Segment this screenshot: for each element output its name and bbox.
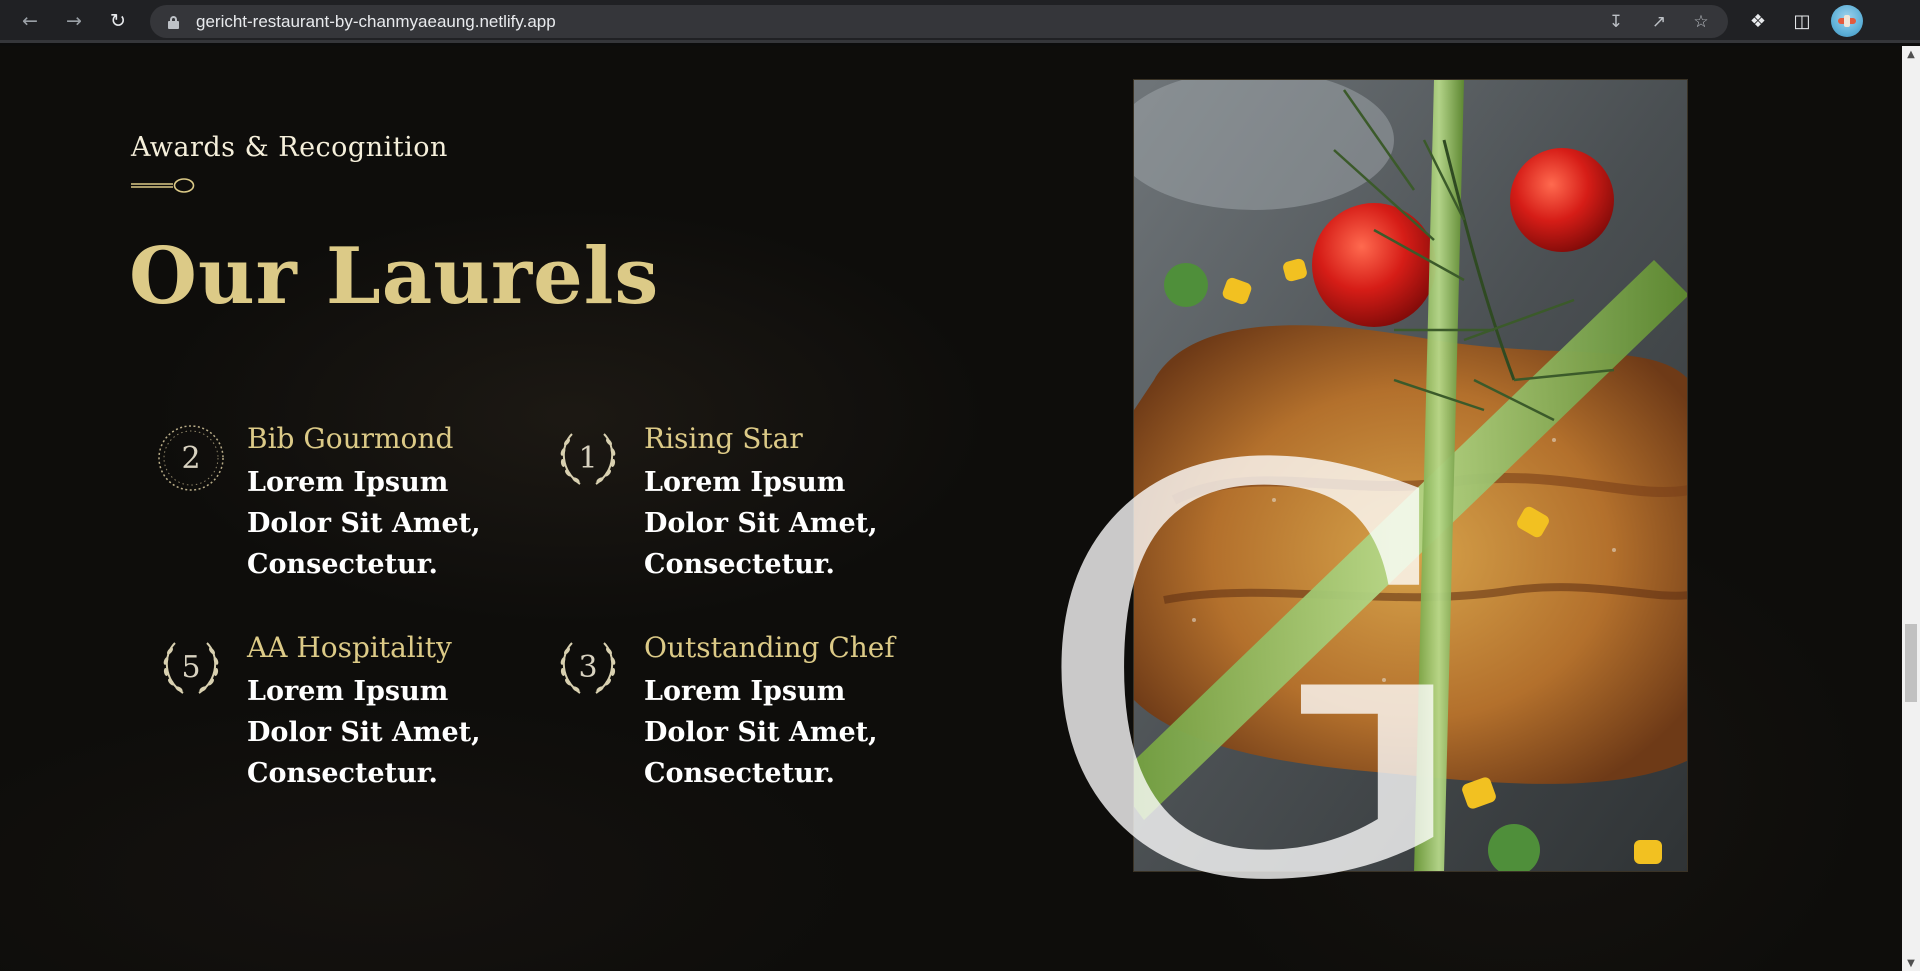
section-heading: Our Laurels [129,231,660,322]
award-title: Rising Star [644,422,803,455]
laurel-wreath-icon: 3 [552,631,624,703]
award-title: AA Hospitality [247,631,452,664]
svg-text:2: 2 [181,441,200,476]
award-description: Lorem Ipsum Dolor Sit Amet, Consectetur. [644,676,878,789]
award-title: Bib Gourmond [247,422,454,455]
arrow-left-icon[interactable]: ← [16,7,44,35]
page-scrollbar[interactable]: ▲ ▼ [1902,46,1920,971]
award-item: 1 Rising Star Lorem Ipsum Dolor Sit Amet… [530,422,910,602]
lock-icon[interactable] [168,16,179,29]
award-item: 5 AA Hospitality Lorem Ipsum Dolor Sit A… [133,631,513,811]
scroll-down-arrow-icon[interactable]: ▼ [1902,955,1920,971]
svg-text:5: 5 [181,650,200,685]
section-subheading: Awards & Recognition [131,132,448,163]
laurel-wreath-icon: 5 [155,631,227,703]
food-photo [1133,79,1688,872]
laurels-section: Awards & Recognition Our Laurels 2 Bib G… [0,46,1902,971]
puzzle-icon[interactable]: ❖ [1744,7,1772,35]
arrow-right-icon[interactable]: → [60,7,88,35]
reload-icon[interactable]: ↻ [104,7,132,35]
profile-avatar[interactable] [1831,5,1863,37]
svg-text:1: 1 [578,441,597,476]
star-icon[interactable]: ☆ [1688,9,1714,35]
award-description: Lorem Ipsum Dolor Sit Amet, Consectetur. [644,467,878,580]
award-description: Lorem Ipsum Dolor Sit Amet, Consectetur. [247,676,481,789]
share-icon[interactable]: ↗ [1646,9,1672,35]
scroll-thumb[interactable] [1905,624,1917,702]
award-item: 2 Bib Gourmond Lorem Ipsum Dolor Sit Ame… [133,422,513,602]
spoon-divider-icon [131,178,195,193]
svg-text:3: 3 [578,650,597,685]
laurel-wreath-icon: 2 [155,422,227,494]
award-description: Lorem Ipsum Dolor Sit Amet, Consectetur. [247,467,481,580]
award-item: 3 Outstanding Chef Lorem Ipsum Dolor Sit… [530,631,910,811]
laurel-wreath-icon: 1 [552,422,624,494]
url-text[interactable]: gericht-restaurant-by-chanmyaeaung.netli… [196,12,556,32]
scroll-up-arrow-icon[interactable]: ▲ [1902,46,1920,62]
award-title: Outstanding Chef [644,631,895,664]
install-app-icon[interactable]: ↧ [1603,9,1629,35]
browser-toolbar: ← → ↻ gericht-restaurant-by-chanmyaeaung… [0,0,1920,43]
side-panel-icon[interactable]: ◫ [1788,7,1816,35]
address-bar[interactable]: gericht-restaurant-by-chanmyaeaung.netli… [150,5,1728,38]
